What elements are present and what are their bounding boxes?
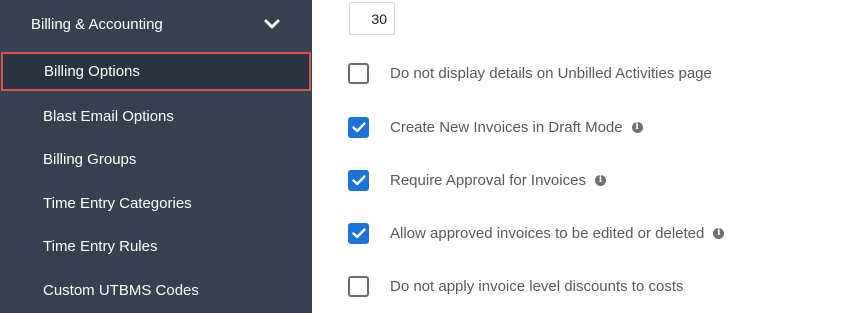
info-icon[interactable]: i xyxy=(594,174,606,186)
sidebar: Billing & Accounting Billing Options Bla… xyxy=(0,0,312,313)
chevron-down-icon[interactable] xyxy=(263,15,281,33)
sidebar-item-time-entry-rules[interactable]: Time Entry Rules xyxy=(0,226,312,266)
sidebar-item-label: Billing Options xyxy=(44,63,140,80)
checkbox[interactable] xyxy=(348,169,369,191)
option-allow-edit-approved: Allow approved invoices to be edited or … xyxy=(348,221,725,245)
sidebar-item-label: Blast Email Options xyxy=(43,107,174,125)
main-content: Do not display details on Unbilled Activ… xyxy=(312,0,854,313)
sidebar-item-label: Custom UTBMS Codes xyxy=(43,281,199,299)
check-icon xyxy=(351,174,366,185)
option-label: Do not apply invoice level discounts to … xyxy=(390,277,684,295)
option-label: Do not display details on Unbilled Activ… xyxy=(390,64,712,82)
check-icon xyxy=(351,227,366,238)
option-unbilled-details: Do not display details on Unbilled Activ… xyxy=(348,61,712,85)
section-title: Billing & Accounting xyxy=(31,15,163,33)
option-draft-mode: Create New Invoices in Draft Mode i xyxy=(348,115,643,139)
option-require-approval: Require Approval for Invoices i xyxy=(348,168,606,192)
sidebar-item-billing-groups[interactable]: Billing Groups xyxy=(0,139,312,179)
checkbox[interactable] xyxy=(348,222,369,244)
sidebar-item-label: Billing Groups xyxy=(43,150,137,168)
option-label: Create New Invoices in Draft Mode xyxy=(390,118,623,136)
info-icon[interactable]: i xyxy=(631,121,643,133)
sidebar-item-label: Time Entry Categories xyxy=(43,194,192,212)
checkbox[interactable] xyxy=(348,275,369,297)
info-icon[interactable]: i xyxy=(713,227,725,239)
option-label: Require Approval for Invoices xyxy=(390,171,586,189)
sidebar-item-time-entry-categories[interactable]: Time Entry Categories xyxy=(0,183,312,223)
sidebar-item-billing-options[interactable]: Billing Options xyxy=(1,52,311,91)
checkbox[interactable] xyxy=(348,62,369,84)
section-billing-accounting[interactable]: Billing & Accounting xyxy=(0,0,312,48)
check-icon xyxy=(351,121,366,132)
sidebar-item-blast-email-options[interactable]: Blast Email Options xyxy=(0,96,312,136)
sidebar-item-custom-utbms-codes[interactable]: Custom UTBMS Codes xyxy=(0,270,312,310)
sidebar-item-label: Time Entry Rules xyxy=(43,237,158,255)
checkbox[interactable] xyxy=(348,116,369,138)
option-no-discount-costs: Do not apply invoice level discounts to … xyxy=(348,274,684,298)
days-input[interactable] xyxy=(349,2,395,35)
option-label: Allow approved invoices to be edited or … xyxy=(390,224,705,242)
